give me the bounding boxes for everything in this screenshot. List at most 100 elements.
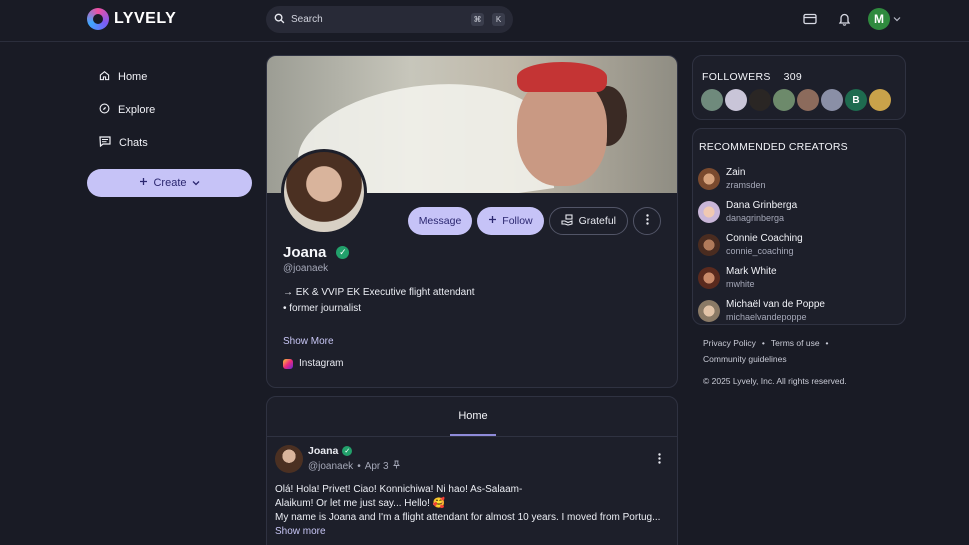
creator-handle: danagrinberga xyxy=(726,212,785,223)
post-options-icon[interactable] xyxy=(658,453,661,467)
wallet-icon[interactable] xyxy=(800,8,820,30)
creator-handle: mwhite xyxy=(726,278,755,289)
follower-avatar[interactable] xyxy=(749,89,771,111)
creator-name: Zain xyxy=(726,166,746,178)
message-button[interactable]: Message xyxy=(407,207,473,235)
verified-badge-icon: ✓ xyxy=(336,246,350,259)
creator-avatar xyxy=(698,299,720,322)
grateful-label: Grateful xyxy=(578,215,616,227)
community-guidelines-link[interactable]: Community guidelines xyxy=(703,351,847,367)
shortcut-cmd-key: ⌘ xyxy=(471,13,484,26)
sidebar-item-label: Chats xyxy=(119,136,148,149)
instagram-icon xyxy=(283,358,293,369)
followers-avatars: B xyxy=(701,89,891,111)
logo[interactable]: LYVELY xyxy=(87,8,176,30)
show-more-link[interactable]: Show More xyxy=(283,336,334,347)
separator: • xyxy=(761,338,765,348)
creator-name: Michaël van de Poppe xyxy=(726,298,825,310)
copyright: © 2025 Lyvely, Inc. All rights reserved. xyxy=(703,376,847,386)
plus-icon xyxy=(488,215,497,227)
post-line: My name is Joana and I'm a flight attend… xyxy=(275,512,661,523)
post-date: Apr 3 xyxy=(364,460,389,472)
creator-avatar xyxy=(698,266,720,289)
creator-handle: michaelvandepoppe xyxy=(726,311,807,322)
tab-home[interactable]: Home xyxy=(450,397,496,436)
grateful-button[interactable]: Grateful xyxy=(548,207,628,235)
sidebar-item-label: Explore xyxy=(118,103,156,116)
search-bar[interactable]: ⌘ K xyxy=(266,6,513,33)
creator-name: Dana Grinberga xyxy=(726,199,798,211)
user-avatar: M xyxy=(868,8,890,30)
user-menu[interactable]: M xyxy=(868,8,901,30)
profile-card: Message Follow Grateful Joana ✓ @joanaek… xyxy=(266,55,678,388)
creator-avatar xyxy=(698,200,720,223)
post-show-more-link[interactable]: Show more xyxy=(275,525,673,539)
followers-card: FOLLOWERS 309 B xyxy=(692,55,906,120)
post-author[interactable]: Joana ✓ xyxy=(308,445,353,457)
sidebar-item-explore[interactable]: Explore xyxy=(87,93,252,126)
create-label: Create xyxy=(153,177,187,189)
logo-icon xyxy=(87,8,109,30)
follower-avatar[interactable] xyxy=(725,89,747,111)
follower-avatar[interactable]: B xyxy=(845,89,867,111)
gift-hand-icon xyxy=(561,213,574,229)
pin-icon xyxy=(392,460,400,472)
post-body: Olá! Hola! Privet! Ciao! Konnichiwa! Ni … xyxy=(275,483,673,539)
divider xyxy=(267,436,677,437)
creator-item[interactable]: Connie Coaching connie_coaching xyxy=(698,228,825,261)
follow-button[interactable]: Follow xyxy=(477,207,544,235)
post-handle: @joanaek xyxy=(308,460,354,472)
footer: Privacy Policy • Terms of use • Communit… xyxy=(703,335,847,389)
post-meta: @joanaek • Apr 3 xyxy=(308,460,400,472)
creator-avatar xyxy=(698,167,720,190)
bell-icon[interactable] xyxy=(834,8,854,30)
profile-bio: → EK & VVIP EK Executive flight attendan… xyxy=(283,285,475,317)
terms-link[interactable]: Terms of use xyxy=(771,335,820,351)
sidebar-item-home[interactable]: Home xyxy=(87,60,252,93)
post-line: Alaikum! Or let me just say... Hello! 🥰 xyxy=(275,498,446,509)
feed-card: Home Joana ✓ @joanaek • Apr 3 Olá! Hola!… xyxy=(266,396,678,545)
creator-name: Mark White xyxy=(726,265,777,277)
profile-name: Joana xyxy=(283,244,327,261)
follow-label: Follow xyxy=(502,215,533,227)
followers-count: 309 xyxy=(783,71,803,83)
more-options-button[interactable] xyxy=(633,207,661,235)
instagram-label: Instagram xyxy=(299,358,344,369)
privacy-policy-link[interactable]: Privacy Policy xyxy=(703,335,756,351)
create-button[interactable]: Create xyxy=(87,169,252,197)
creator-item[interactable]: Michaël van de Poppe michaelvandepoppe xyxy=(698,294,825,327)
follower-avatar[interactable] xyxy=(701,89,723,111)
post-author-name: Joana xyxy=(308,445,339,457)
search-input[interactable] xyxy=(291,14,463,25)
sidebar-item-chats[interactable]: Chats xyxy=(87,126,252,159)
follower-avatar[interactable] xyxy=(869,89,891,111)
creator-item[interactable]: Dana Grinberga danagrinberga xyxy=(698,195,825,228)
creator-item[interactable]: Mark White mwhite xyxy=(698,261,825,294)
chevron-down-icon xyxy=(192,177,200,189)
logo-text: LYVELY xyxy=(114,10,177,27)
follower-avatar[interactable] xyxy=(821,89,843,111)
follower-avatar[interactable] xyxy=(773,89,795,111)
search-icon xyxy=(274,13,285,27)
chat-icon xyxy=(99,135,111,150)
bio-line: • former journalist xyxy=(283,303,361,314)
separator: • xyxy=(357,460,361,472)
shortcut-k-key: K xyxy=(492,13,505,26)
compass-icon xyxy=(99,103,110,117)
separator: • xyxy=(825,338,829,348)
home-icon xyxy=(99,70,110,84)
chevron-down-icon xyxy=(893,13,901,25)
sidebar-item-label: Home xyxy=(118,70,148,83)
post-author-avatar[interactable] xyxy=(275,445,303,473)
follower-avatar[interactable] xyxy=(797,89,819,111)
kebab-icon xyxy=(645,214,649,228)
creator-handle: zramsden xyxy=(726,179,766,190)
post-line: Olá! Hola! Privet! Ciao! Konnichiwa! Ni … xyxy=(275,484,523,495)
profile-avatar[interactable] xyxy=(281,149,367,235)
profile-handle: @joanaek xyxy=(283,263,329,274)
plus-icon xyxy=(139,177,148,189)
instagram-link[interactable]: Instagram xyxy=(283,358,343,369)
top-bar: LYVELY ⌘ K M xyxy=(0,0,969,42)
recommended-title: RECOMMENDED CREATORS xyxy=(699,141,848,153)
creator-item[interactable]: Zain zramsden xyxy=(698,162,825,195)
